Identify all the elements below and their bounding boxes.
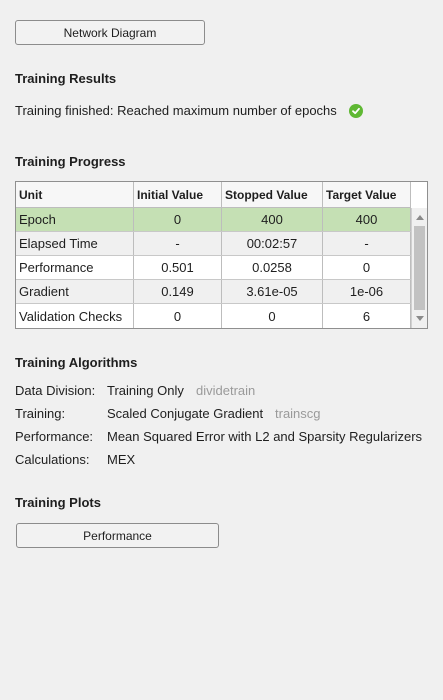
table-cell: 400 (323, 208, 411, 231)
table-row-gradient[interactable]: Gradient 0.149 3.61e-05 1e-06 (16, 280, 411, 304)
table-cell: 0.149 (134, 280, 222, 303)
table-cell: Epoch (16, 208, 134, 231)
algorithm-label: Data Division: (15, 383, 96, 398)
algorithm-value: Scaled Conjugate Gradient (107, 406, 264, 421)
training-results-heading: Training Results (15, 71, 117, 86)
table-cell: 0.0258 (222, 256, 323, 279)
algorithm-value: MEX (107, 452, 136, 467)
scroll-up-arrow-icon[interactable] (416, 215, 424, 220)
column-header-initial-value[interactable]: Initial Value (134, 182, 222, 207)
table-cell: 6 (323, 304, 411, 328)
table-row-epoch[interactable]: Epoch 0 400 400 (16, 208, 411, 232)
table-cell: 0 (134, 208, 222, 231)
scroll-down-arrow-icon[interactable] (416, 316, 424, 321)
training-progress-heading: Training Progress (15, 154, 126, 169)
table-row-elapsed-time[interactable]: Elapsed Time - 00:02:57 - (16, 232, 411, 256)
training-plots-heading: Training Plots (15, 495, 101, 510)
table-row-validation-checks[interactable]: Validation Checks 0 0 6 (16, 304, 411, 328)
training-status-text: Training finished: Reached maximum numbe… (15, 103, 337, 118)
table-cell: 0.501 (134, 256, 222, 279)
training-algorithms-heading: Training Algorithms (15, 355, 138, 370)
table-cell: Validation Checks (16, 304, 134, 328)
table-cell: 0 (134, 304, 222, 328)
performance-plot-button[interactable]: Performance (16, 523, 219, 548)
table-cell: Gradient (16, 280, 134, 303)
table-vertical-scrollbar[interactable] (411, 208, 427, 328)
table-header: Unit Initial Value Stopped Value Target … (16, 182, 411, 208)
table-cell: 1e-06 (323, 280, 411, 303)
algorithm-label: Calculations: (15, 452, 90, 467)
algorithm-value: Mean Squared Error with L2 and Sparsity … (107, 429, 423, 444)
scrollbar-thumb[interactable] (414, 226, 425, 310)
algorithm-function-name: dividetrain (196, 383, 256, 398)
algorithm-label: Performance: (15, 429, 94, 444)
table-cell: - (323, 232, 411, 255)
column-header-unit[interactable]: Unit (16, 182, 134, 207)
algorithm-function-name: trainscg (275, 406, 321, 421)
algorithm-value: Training Only (107, 383, 184, 398)
column-header-target-value[interactable]: Target Value (323, 182, 411, 207)
table-cell: - (134, 232, 222, 255)
table-cell: Performance (16, 256, 134, 279)
table-cell: Elapsed Time (16, 232, 134, 255)
table-cell: 00:02:57 (222, 232, 323, 255)
network-diagram-button[interactable]: Network Diagram (15, 20, 205, 45)
table-cell: 400 (222, 208, 323, 231)
table-row-performance[interactable]: Performance 0.501 0.0258 0 (16, 256, 411, 280)
training-progress-table: Unit Initial Value Stopped Value Target … (15, 181, 428, 329)
column-header-stopped-value[interactable]: Stopped Value (222, 182, 323, 207)
table-cell: 3.61e-05 (222, 280, 323, 303)
table-cell: 0 (222, 304, 323, 328)
algorithm-label: Training: (15, 406, 66, 421)
checkmark-circle-icon (349, 104, 363, 118)
table-cell: 0 (323, 256, 411, 279)
